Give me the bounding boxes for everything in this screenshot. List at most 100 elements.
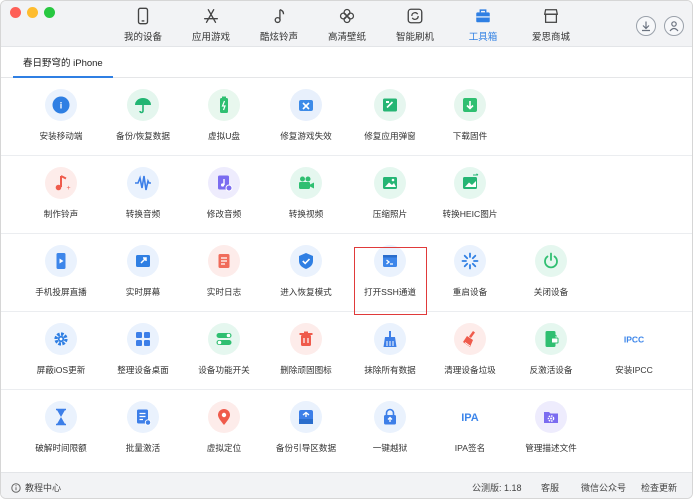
tool-block-ios-update[interactable]: 屏蔽iOS更新	[16, 318, 106, 378]
tool-one-click-jailbreak[interactable]: 一键越狱	[345, 396, 435, 456]
tool-erase-data[interactable]: 抹除所有数据	[345, 318, 435, 378]
top-right-actions	[636, 16, 684, 36]
nav-flash[interactable]: 智能刷机	[381, 7, 449, 45]
tool-icon-bg	[208, 401, 240, 433]
minimize-window-button[interactable]	[27, 7, 38, 18]
main-nav: 我的设备 应用游戏 酷炫铃声 高清壁纸 智能刷机 工具箱 爱思商城	[109, 7, 585, 45]
tool-label: 修改音频	[206, 209, 242, 219]
tool-install-ipcc[interactable]: IPCC 安装IPCC	[589, 318, 679, 378]
tool-label: 清理设备垃圾	[444, 365, 496, 375]
tool-convert-heic[interactable]: 转换HEIC图片	[425, 162, 515, 222]
check-update-link[interactable]: 检查更新	[641, 481, 677, 494]
tool-edit-audio[interactable]: 修改音频	[179, 162, 269, 222]
tool-icon-bg	[290, 89, 322, 121]
tool-organize-desktop[interactable]: 整理设备桌面	[98, 318, 188, 378]
tool-convert-audio[interactable]: 转换音频	[98, 162, 188, 222]
tool-manage-profiles[interactable]: 管理描述文件	[506, 396, 596, 456]
tool-icon-bg	[45, 401, 77, 433]
nav-shop[interactable]: 爱思商城	[517, 7, 585, 45]
shop-icon	[543, 9, 559, 23]
nav-my-device[interactable]: 我的设备	[109, 7, 177, 45]
tool-deactivate-device[interactable]: 反激活设备	[506, 318, 596, 378]
nav-wallpapers[interactable]: 高清壁纸	[313, 7, 381, 45]
nav-label: 智能刷机	[395, 32, 434, 43]
tool-icon-bg	[374, 323, 406, 355]
tool-icon-bg	[290, 401, 322, 433]
trash-icon	[299, 331, 313, 346]
tool-backup-bootloader[interactable]: 备份引导区数据	[261, 396, 351, 456]
tool-icon-bg	[127, 245, 159, 277]
tool-icon-bg	[535, 245, 567, 277]
tool-batch-activate[interactable]: 批量激活	[98, 396, 188, 456]
tool-label: 一键越狱	[372, 443, 408, 453]
tool-recovery-mode[interactable]: 进入恢复模式	[261, 240, 351, 300]
nav-label: 应用游戏	[191, 32, 230, 43]
nav-apps-games[interactable]: 应用游戏	[177, 7, 245, 45]
tool-download-firmware[interactable]: 下载固件	[425, 84, 515, 144]
tool-icon-bg	[127, 323, 159, 355]
tool-fix-game[interactable]: 修复游戏失效	[261, 84, 351, 144]
app-window: 我的设备 应用游戏 酷炫铃声 高清壁纸 智能刷机 工具箱 爱思商城 春日野穹的 …	[0, 0, 693, 499]
tool-clean-junk[interactable]: 清理设备垃圾	[425, 318, 515, 378]
tool-fix-app-popup[interactable]: 修复应用弹窗	[345, 84, 435, 144]
tool-label: 批量激活	[125, 443, 161, 453]
tool-icon-bg	[45, 245, 77, 277]
tool-label: IPA签名	[454, 443, 486, 453]
tool-backup-restore[interactable]: 备份/恢复数据	[98, 84, 188, 144]
tool-break-time-limit[interactable]: 破解时间限额	[16, 396, 106, 456]
battery-icon	[220, 96, 228, 113]
app-window-icon	[383, 98, 397, 112]
tool-row: 手机投屏直播 实时屏幕 实时日志 进入恢复模式 打开SSH通道 重启设备 关闭设…	[1, 234, 692, 312]
tool-row: 屏蔽iOS更新 整理设备桌面 设备功能开关 删除顽固图标 抹除所有数据 清理设备…	[1, 312, 692, 390]
tool-live-log[interactable]: 实时日志	[179, 240, 269, 300]
tool-restart-device[interactable]: 重启设备	[425, 240, 515, 300]
tool-label: 备份/恢复数据	[116, 131, 170, 141]
svg-text:IPA: IPA	[461, 412, 479, 424]
nav-toolbox[interactable]: 工具箱	[449, 7, 517, 45]
tool-icon-bg	[290, 245, 322, 277]
tool-delete-icons[interactable]: 删除顽固图标	[261, 318, 351, 378]
tool-label: 压缩照片	[372, 209, 408, 219]
close-window-button[interactable]	[10, 7, 21, 18]
support-link[interactable]: 客服	[541, 481, 559, 494]
tool-convert-video[interactable]: 转换视频	[261, 162, 351, 222]
image-convert-icon	[463, 173, 479, 189]
tool-label: 安装移动端	[39, 131, 83, 141]
tool-icon-bg	[208, 89, 240, 121]
music-note-icon	[274, 9, 285, 24]
umbrella-icon	[135, 98, 151, 114]
drive-backup-icon	[299, 410, 313, 424]
tool-label: 修复游戏失效	[280, 131, 332, 141]
shield-check-icon	[299, 253, 313, 269]
tool-virtual-udisk[interactable]: 虚拟U盘	[179, 84, 269, 144]
tutorial-link[interactable]: 教程中心	[11, 481, 61, 494]
tool-compress-photo[interactable]: 压缩照片	[345, 162, 435, 222]
app-store-icon	[204, 9, 218, 23]
tool-ipa-sign[interactable]: IPA IPA签名	[425, 396, 515, 456]
tool-make-ringtone[interactable]: + 制作铃声	[16, 162, 106, 222]
tool-label: 设备功能开关	[198, 365, 250, 375]
ipcc-icon: IPCC	[624, 335, 644, 345]
nav-ringtones[interactable]: 酷炫铃声	[245, 7, 313, 45]
account-button[interactable]	[664, 16, 684, 36]
tool-install-mobile[interactable]: i 安装移动端	[16, 84, 106, 144]
zoom-window-button[interactable]	[44, 7, 55, 18]
tool-label: 转换音频	[125, 209, 161, 219]
tool-label: 屏蔽iOS更新	[36, 365, 86, 375]
device-tab-bar: 春日野穹的 iPhone	[1, 47, 692, 78]
tool-icon-bg	[374, 401, 406, 433]
download-button[interactable]	[636, 16, 656, 36]
tool-label: 制作铃声	[43, 209, 79, 219]
lock-upload-icon	[384, 408, 396, 425]
tool-virtual-location[interactable]: 虚拟定位	[179, 396, 269, 456]
tool-shutdown-device[interactable]: 关闭设备	[506, 240, 596, 300]
tool-feature-toggles[interactable]: 设备功能开关	[179, 318, 269, 378]
ipa-icon: IPA	[461, 412, 479, 424]
tool-screen-mirror[interactable]: 手机投屏直播	[16, 240, 106, 300]
wechat-link[interactable]: 微信公众号	[581, 481, 626, 494]
device-tab[interactable]: 春日野穹的 iPhone	[13, 47, 113, 78]
tool-label: 转换视频	[288, 209, 324, 219]
tool-icon-bg	[208, 323, 240, 355]
tool-icon-bg	[535, 323, 567, 355]
tool-live-screen[interactable]: 实时屏幕	[98, 240, 188, 300]
